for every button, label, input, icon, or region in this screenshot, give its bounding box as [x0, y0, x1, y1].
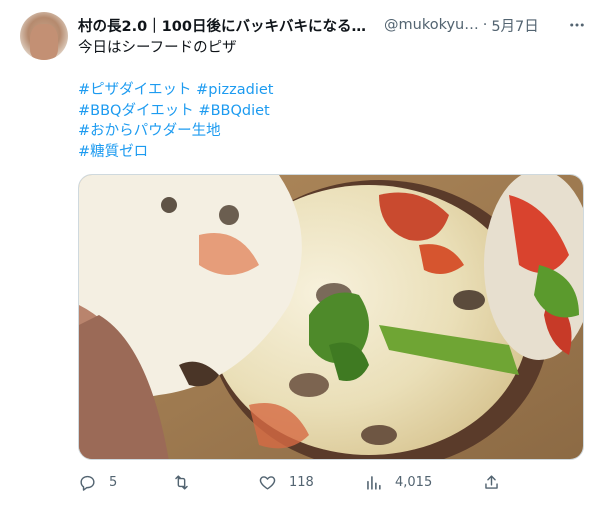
retweet-button[interactable] — [172, 470, 203, 494]
reply-icon — [80, 475, 95, 491]
views-icon — [367, 475, 381, 490]
hashtag-row: #ピザダイエット #pizzadiet — [78, 80, 578, 101]
share-icon — [485, 474, 498, 489]
separator-dot: · — [482, 17, 488, 33]
hashtag-link[interactable]: #BBQdiet — [198, 103, 269, 119]
reply-button[interactable]: 5 — [78, 470, 117, 494]
avatar[interactable] — [20, 12, 68, 60]
hashtag-link[interactable]: #BBQダイエット — [78, 103, 194, 119]
share-button[interactable] — [482, 470, 501, 494]
tweet-text: 今日はシーフードのピザ — [78, 38, 578, 59]
more-options-icon[interactable] — [566, 14, 588, 36]
hashtag-list: #ピザダイエット #pizzadiet #BBQダイエット #BBQdiet #… — [78, 80, 578, 162]
heart-icon — [259, 475, 276, 490]
hashtag-link[interactable]: #ピザダイエット — [78, 82, 192, 98]
tweet-date[interactable]: 5月7日 — [491, 15, 538, 36]
display-name[interactable]: 村の長2.0｜100日後にバッキバキになるデ… — [78, 15, 378, 36]
like-button[interactable]: 118 — [258, 470, 314, 494]
hashtag-row: #BBQダイエット #BBQdiet — [78, 101, 578, 122]
reply-count: 5 — [109, 474, 118, 490]
tweet-actions: 5 118 4,015 — [78, 470, 508, 494]
like-count: 118 — [289, 474, 314, 490]
user-handle[interactable]: @mukokyu… — [384, 17, 479, 33]
hashtag-link[interactable]: #糖質ゼロ — [78, 144, 148, 160]
hashtag-row: #おからパウダー生地 — [78, 121, 578, 142]
tweet-photo[interactable] — [78, 174, 584, 460]
avatar-figure — [30, 24, 58, 60]
hashtag-link[interactable]: #おからパウダー生地 — [78, 123, 221, 139]
views-button[interactable]: 4,015 — [364, 470, 432, 494]
tweet-text-line: 今日はシーフードのピザ — [78, 40, 237, 56]
hashtag-row: #糖質ゼロ — [78, 142, 578, 163]
retweet-icon — [175, 474, 188, 490]
tweet-header: 村の長2.0｜100日後にバッキバキになるデ… @mukokyu… · 5月7日 — [78, 14, 578, 36]
pizza-photo-image — [79, 175, 583, 459]
hashtag-link[interactable]: #pizzadiet — [196, 82, 273, 98]
views-count: 4,015 — [395, 474, 433, 490]
tweet[interactable]: 村の長2.0｜100日後にバッキバキになるデ… @mukokyu… · 5月7日… — [0, 0, 605, 510]
